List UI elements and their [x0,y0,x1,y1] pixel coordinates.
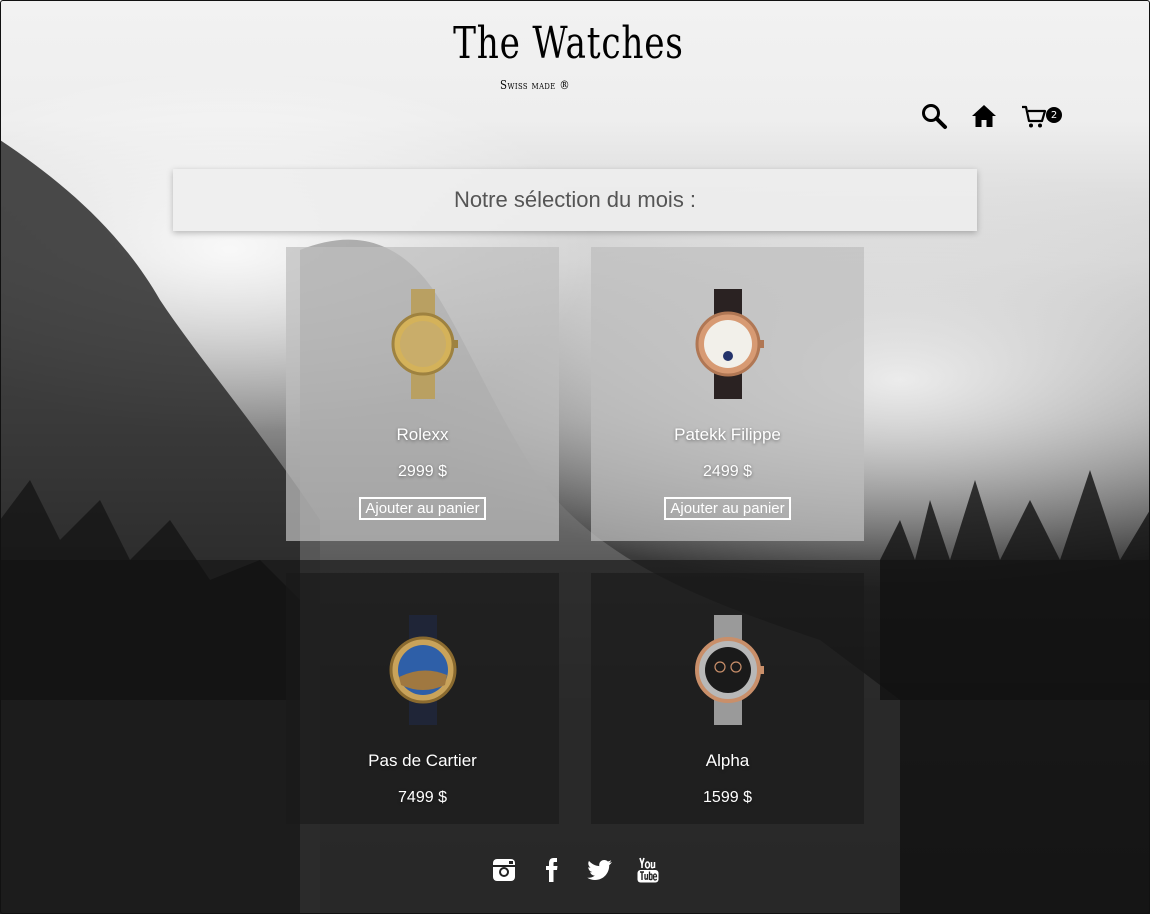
top-nav: 2 [918,100,1062,132]
brand-title: The Watches [453,18,684,69]
watch-image [695,289,764,399]
selection-banner: Notre sélection du mois : [173,169,977,231]
product-price: 2999 $ [398,463,447,480]
product-price: 7499 $ [398,789,447,806]
home-icon [972,105,996,127]
product-name: Pas de Cartier [368,751,477,770]
add-to-cart-button[interactable]: Ajouter au panier [359,497,486,520]
product-name: Alpha [705,751,750,770]
watch-image [391,289,458,399]
cart-button[interactable]: 2 [1018,100,1062,132]
brand: The Watches Swiss made ® [430,18,684,92]
product-card: Alpha 1599 $ [591,573,864,824]
instagram-icon [493,859,515,881]
youtube-link[interactable] [635,857,661,883]
watch-image [694,615,764,725]
add-to-cart-button[interactable]: Ajouter au panier [664,497,791,520]
brand-subtitle: Swiss made ® [500,78,570,92]
product-name: Rolexx [396,425,449,444]
product-card: Pas de Cartier 7499 $ [286,573,559,824]
youtube-icon [637,857,659,883]
cart-count-badge: 2 [1046,107,1062,123]
search-button[interactable] [918,100,950,132]
product-card: Patekk Filippe 2499 $ Ajouter au panier [591,247,864,541]
product-card: Rolexx 2999 $ Ajouter au panier [286,247,559,541]
home-button[interactable] [968,100,1000,132]
product-price: 1599 $ [703,789,752,806]
twitter-link[interactable] [587,857,613,883]
cart-icon [1022,105,1047,128]
instagram-link[interactable] [491,857,517,883]
background-image [0,0,1150,914]
facebook-link[interactable] [539,857,565,883]
watch-image [389,615,456,725]
product-name: Patekk Filippe [674,425,781,444]
facebook-icon [546,858,558,882]
twitter-icon [587,860,612,880]
social-links [491,857,661,883]
product-price: 2499 $ [703,463,752,480]
search-icon [922,104,947,129]
